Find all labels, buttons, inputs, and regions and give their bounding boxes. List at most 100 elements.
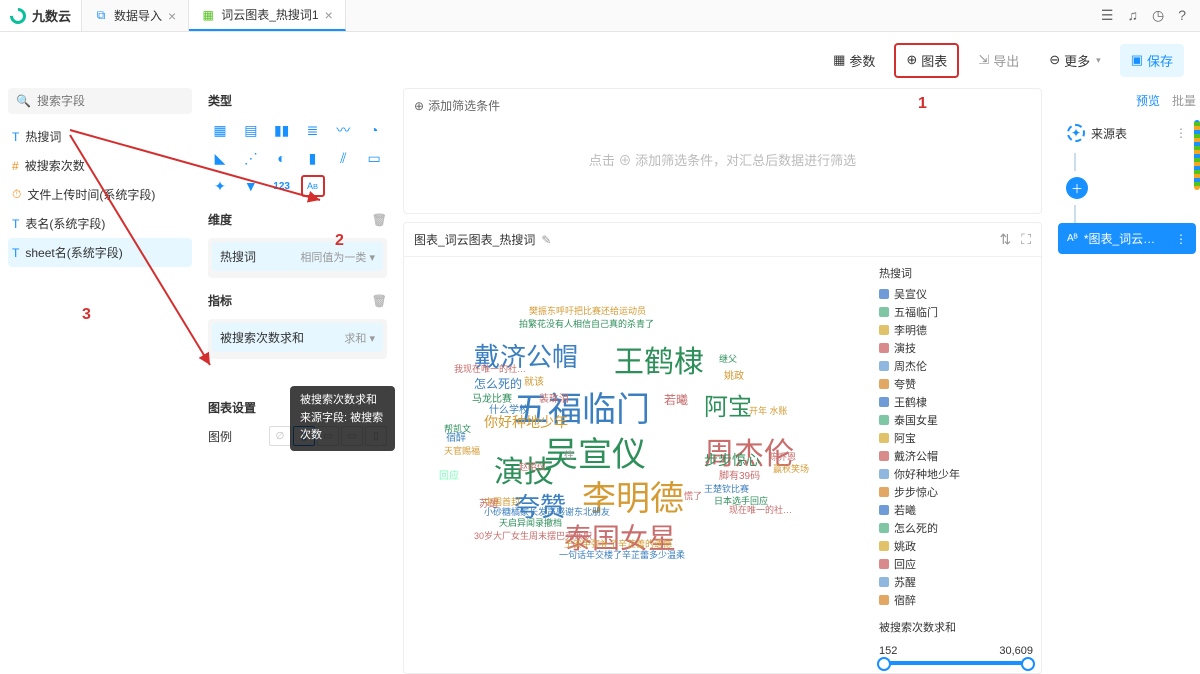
history-icon[interactable]: ◷ <box>1152 7 1164 24</box>
wordcloud-word[interactable]: 帮凯文 <box>444 422 471 435</box>
params-button[interactable]: ▦参数 <box>822 44 886 77</box>
chart-type-card[interactable]: ▭ <box>362 147 386 169</box>
legend-item[interactable]: 李明德 <box>879 321 1033 339</box>
wordcloud-word[interactable]: 拍繁花没有人相信自己真的杀青了 <box>519 317 654 330</box>
wordcloud-word[interactable]: 脚有39码 <box>719 467 760 482</box>
chart-type-gauge[interactable]: ◐ <box>270 147 294 169</box>
legend-item[interactable]: 若曦 <box>879 501 1033 519</box>
metric-dropzone[interactable]: 被搜索次数求和 求和 ▾ <box>208 319 387 359</box>
rail-tab-preview[interactable]: 预览 <box>1136 92 1160 109</box>
chart-type-table[interactable]: ▦ <box>208 119 232 141</box>
dimension-dropzone[interactable]: 热搜词 相同值为一类 ▾ <box>208 238 387 278</box>
more-icon[interactable]: ⋮ <box>1175 232 1187 246</box>
legend-item[interactable]: 王鹤棣 <box>879 393 1033 411</box>
tab-wordcloud[interactable]: ▦ 词云图表_热搜词1 × <box>189 0 346 31</box>
clear-icon[interactable]: 🗑 <box>372 294 387 308</box>
chart-type-stack[interactable]: ≣ <box>301 119 325 141</box>
chart-type-scatter[interactable]: ⋰ <box>239 147 263 169</box>
wordcloud-word[interactable]: 王鹤棣 <box>614 337 704 381</box>
add-filter-button[interactable]: ⊕添加筛选条件 <box>414 97 500 114</box>
clear-icon[interactable]: 🗑 <box>372 213 387 227</box>
bell-icon[interactable]: ♫ <box>1127 7 1138 24</box>
flow-node-chart[interactable]: Aᴮ *图表_词云… ⋮ <box>1058 223 1196 254</box>
help-icon[interactable]: ? <box>1178 7 1186 24</box>
legend-item[interactable]: 夸赞 <box>879 375 1033 393</box>
sort-icon[interactable]: ⇅ <box>999 231 1011 248</box>
wordcloud-word[interactable]: 装珠泪 <box>539 390 569 405</box>
field-item[interactable]: T热搜词 <box>8 122 192 151</box>
wordcloud-word[interactable]: 我现在唯一的社… <box>454 362 526 375</box>
chart-type-kpi[interactable]: 123 <box>270 175 294 197</box>
wordcloud-word[interactable]: 继父 <box>719 352 737 365</box>
wordcloud-word[interactable]: 慌了 <box>684 489 702 502</box>
wordcloud-word[interactable]: 一句话年交楼了辛芷蕾多少温柔 <box>559 548 685 561</box>
chevron-down-icon[interactable]: ▾ <box>369 333 375 345</box>
wordcloud-word[interactable]: 阿宝 <box>704 387 752 422</box>
legend-item[interactable]: 阿宝 <box>879 429 1033 447</box>
legend-item[interactable]: 姚政 <box>879 537 1033 555</box>
wordcloud-word[interactable]: 吴宣仪 <box>544 427 646 476</box>
wordcloud-word[interactable]: 赵昭仪 <box>519 460 546 473</box>
field-item[interactable]: T表名(系统字段) <box>8 209 192 238</box>
chart-type-radar[interactable]: ✦ <box>208 175 232 197</box>
rail-tab-batch[interactable]: 批量 <box>1172 92 1196 109</box>
more-icon[interactable]: ⋮ <box>1175 126 1187 140</box>
chevron-down-icon[interactable]: ▾ <box>369 252 375 264</box>
tab-data-import[interactable]: ⧉ 数据导入 × <box>82 0 189 31</box>
add-step-button[interactable]: ＋ <box>1066 177 1088 199</box>
field-item[interactable]: #被搜索次数 <box>8 151 192 180</box>
legend-item[interactable]: 周杰伦 <box>879 357 1033 375</box>
value-slider[interactable] <box>879 661 1033 665</box>
field-item[interactable]: Tsheet名(系统字段) <box>8 238 192 267</box>
dimension-pill[interactable]: 热搜词 相同值为一类 ▾ <box>212 242 383 271</box>
chart-type-wordcloud[interactable]: AB <box>301 175 325 197</box>
legend-item[interactable]: 演技 <box>879 339 1033 357</box>
edit-icon[interactable]: ✎ <box>541 233 551 247</box>
wordcloud-word[interactable]: 往 <box>564 447 574 462</box>
chart-type-area[interactable]: ◣ <box>208 147 232 169</box>
legend-item[interactable]: 戴济公帽 <box>879 447 1033 465</box>
wordcloud-word[interactable]: 回应 <box>439 467 459 482</box>
legend-item[interactable]: 回应 <box>879 555 1033 573</box>
chart-type-combo[interactable]: ⫽ <box>331 147 355 169</box>
wordcloud-word[interactable]: 就该 <box>524 373 544 388</box>
wordcloud-word[interactable]: 开年 水账 <box>749 404 788 417</box>
side-handle[interactable] <box>1194 120 1200 190</box>
search-input[interactable] <box>37 94 192 108</box>
legend-item[interactable]: 吴宣仪 <box>879 285 1033 303</box>
list-icon[interactable]: ☰ <box>1101 7 1114 24</box>
wordcloud-word[interactable]: 什么学校 <box>489 401 529 416</box>
field-search[interactable]: 🔍 <box>8 88 192 114</box>
chart-type-bar[interactable]: ▮▮ <box>270 119 294 141</box>
legend-item[interactable]: 你好种地少年 <box>879 465 1033 483</box>
flow-node-source[interactable]: ✦ 来源表 ⋮ <box>1058 117 1196 149</box>
wordcloud-word[interactable]: 若曦 <box>664 391 688 408</box>
wordcloud-word[interactable]: 天启异闻录撤档 <box>499 516 562 529</box>
legend-item[interactable]: 五福临门 <box>879 303 1033 321</box>
metric-pill[interactable]: 被搜索次数求和 求和 ▾ <box>212 323 383 352</box>
chart-button[interactable]: ⊕图表 <box>894 43 959 78</box>
export-button[interactable]: ⇲导出 <box>967 44 1030 77</box>
field-item[interactable]: ⏱文件上传时间(系统字段) <box>8 180 192 209</box>
chart-type-column[interactable]: ▮ <box>301 147 325 169</box>
fullscreen-icon[interactable]: ⛶ <box>1021 231 1031 248</box>
legend-item[interactable]: 怎么死的 <box>879 519 1033 537</box>
wordcloud-word[interactable]: 天官赐福 <box>444 444 480 457</box>
wordcloud-word[interactable]: 樊振东呼吁把比赛还给运动员 <box>529 304 646 317</box>
chart-type-line[interactable]: 〰 <box>331 119 355 141</box>
wordcloud-word[interactable]: 日本选手回应 <box>714 494 768 507</box>
wordcloud-word[interactable]: 赢秋笑场 <box>773 462 809 475</box>
close-icon[interactable]: × <box>325 7 333 23</box>
legend-item[interactable]: 苏醒 <box>879 573 1033 591</box>
more-button[interactable]: ⊖更多▾ <box>1038 44 1111 77</box>
close-icon[interactable]: × <box>168 8 176 24</box>
save-button[interactable]: ▣保存 <box>1120 44 1184 77</box>
wordcloud-word[interactable]: 姚政 <box>724 367 744 382</box>
legend-item[interactable]: 步步惊心 <box>879 483 1033 501</box>
legend-item[interactable]: 泰国女星 <box>879 411 1033 429</box>
chart-type-funnel[interactable]: ▼ <box>239 175 263 197</box>
legend-item[interactable]: 宿醉 <box>879 591 1033 609</box>
chart-type-pie[interactable]: ◔ <box>362 119 386 141</box>
chart-type-pivot[interactable]: ▤ <box>239 119 263 141</box>
legend-pos-none[interactable]: ∅ <box>269 426 291 446</box>
